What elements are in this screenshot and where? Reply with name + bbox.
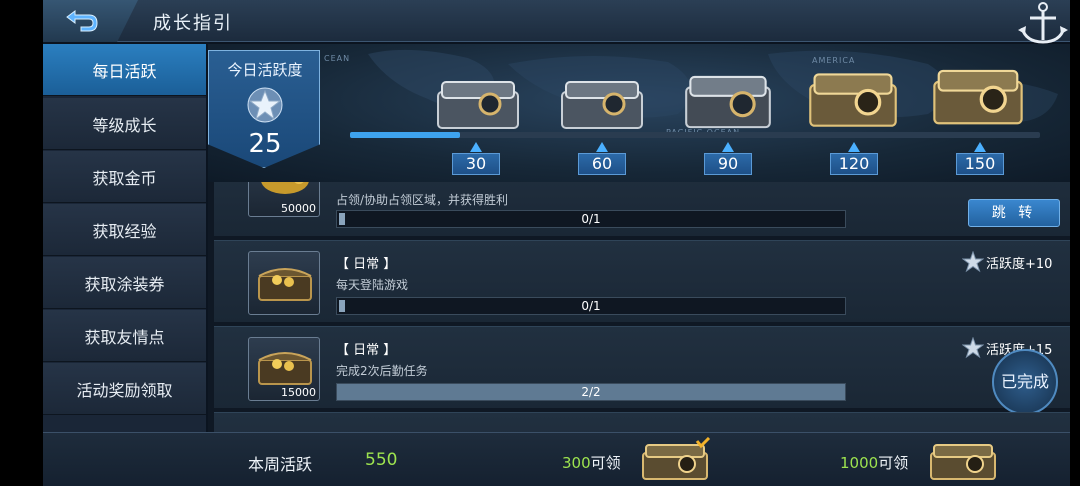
milestone-tag: 30 (452, 153, 500, 175)
task-progress-text: 2/2 (581, 385, 601, 399)
reward-amount: 50000 (281, 202, 316, 215)
milestone-tag: 60 (578, 153, 626, 175)
sidebar-item-label: 获取友情点 (84, 327, 165, 347)
sidebar-item-get-friendship[interactable]: 获取友情点 (43, 310, 206, 362)
back-button[interactable] (43, 0, 138, 42)
task-progress-text: 0/1 (581, 212, 601, 226)
milestone-marker (722, 142, 734, 152)
anchor-icon[interactable] (1016, 0, 1070, 48)
sidebar-item-label: 获取金币 (92, 168, 157, 188)
gold-reward-icon: 50000 (248, 182, 320, 217)
weekly-activity-label: 本周活跃 (248, 455, 313, 474)
activity-progress-panel: CEAN PACIFIC OCEAN AMERICA 今日活跃度 25 (208, 44, 1070, 182)
sidebar-item-label: 等级成长 (92, 115, 157, 135)
sidebar-item-label: 获取涂装券 (84, 274, 165, 294)
map-label-america: AMERICA (812, 56, 856, 65)
sidebar-item-get-exp[interactable]: 获取经验 (43, 204, 206, 256)
task-description: 每天登陆游戏 (336, 278, 409, 292)
map-label-ocean: CEAN (324, 54, 351, 63)
today-activity-label: 今日活跃度 (227, 61, 303, 79)
milestone-tag: 150 (956, 153, 1004, 175)
sidebar-item-label: 获取经验 (92, 221, 157, 241)
milestone-tag: 120 (830, 153, 878, 175)
chest-icon[interactable] (434, 74, 522, 132)
task-row: 15000 【 日常 】 完成2次后勤任务 2/2 活跃度+15 已完成 (214, 326, 1070, 415)
task-list[interactable]: 50000 占领/协助占领区域，并获得胜利 0/1 跳 转 【 日常 】 每天登… (208, 182, 1070, 432)
task-row: 【 日常 】 每天登陆游戏 0/1 活跃度+10 (214, 240, 1070, 322)
milestone-marker (596, 142, 608, 152)
sidebar-item-get-paint-voucher[interactable]: 获取涂装券 (43, 257, 206, 309)
activity-reward-text: 活跃度+10 (986, 257, 1053, 272)
task-tag: 【 日常 】 (336, 257, 397, 272)
jump-button[interactable]: 跳 转 (968, 199, 1060, 227)
activity-star-icon (962, 337, 984, 359)
goal-suffix: 可领 (590, 454, 621, 472)
gold-coins-icon (261, 182, 309, 194)
task-progress-bar: 2/2 (336, 383, 846, 401)
chest-reward-icon (248, 251, 320, 315)
goal-suffix: 可领 (878, 454, 909, 472)
task-progress-bar: 0/1 (336, 210, 846, 228)
back-arrow-icon (66, 10, 98, 32)
left-letterbox (0, 0, 43, 486)
milestone-marker (848, 142, 860, 152)
screen: 成长指引 每日活跃 等级成长 获取金币 获取经验 获取涂装券 获取友情点 活动奖… (0, 0, 1080, 486)
chest-reward-icon: 15000 (248, 337, 320, 401)
sidebar-item-level-growth[interactable]: 等级成长 (43, 98, 206, 150)
reward-amount: 15000 (281, 386, 316, 399)
chest-icon[interactable] (558, 74, 646, 132)
task-tag: 【 日常 】 (336, 343, 397, 358)
star-icon (247, 87, 283, 123)
weekly-chest-icon[interactable] (639, 437, 713, 483)
task-row: 50000 占领/协助占领区域，并获得胜利 0/1 跳 转 (214, 182, 1070, 236)
task-row (214, 412, 1070, 432)
activity-progress-fill (350, 132, 461, 138)
today-activity-card: 今日活跃度 25 (208, 50, 320, 168)
chest-icon[interactable] (806, 66, 900, 132)
milestone-marker (470, 142, 482, 152)
sidebar-item-label: 每日活跃 (92, 61, 157, 81)
task-description: 完成2次后勤任务 (336, 364, 428, 378)
task-description: 占领/协助占领区域，并获得胜利 (336, 193, 509, 207)
milestone-marker (974, 142, 986, 152)
weekly-activity-bar: 本周活跃 550 300可领 1000可领 (43, 432, 1070, 486)
sidebar-item-label: 活动奖励领取 (76, 380, 173, 400)
task-progress-text: 0/1 (581, 299, 601, 313)
weekly-activity-value: 550 (365, 450, 398, 470)
goal-number: 300 (562, 454, 591, 472)
right-letterbox (1070, 0, 1080, 486)
weekly-goal-1000: 1000可领 (840, 452, 908, 473)
sidebar-item-get-gold[interactable]: 获取金币 (43, 151, 206, 203)
task-progress-bar: 0/1 (336, 297, 846, 315)
weekly-chest-icon[interactable] (927, 437, 1001, 483)
sidebar: 每日活跃 等级成长 获取金币 获取经验 获取涂装券 获取友情点 活动奖励领取 (43, 44, 206, 432)
weekly-goal-300: 300可领 (562, 452, 621, 473)
page-title: 成长指引 (153, 13, 233, 34)
sidebar-item-event-rewards[interactable]: 活动奖励领取 (43, 363, 206, 415)
sidebar-item-daily-activity[interactable]: 每日活跃 (43, 44, 206, 96)
milestone-tag: 90 (704, 153, 752, 175)
activity-star-icon (962, 251, 984, 273)
completed-badge: 已完成 (992, 349, 1058, 415)
chest-icon[interactable] (930, 60, 1026, 132)
goal-number: 1000 (840, 454, 879, 472)
header-bar: 成长指引 (43, 0, 1070, 44)
treasure-chest-icon (258, 268, 312, 301)
chest-icon[interactable] (682, 70, 774, 132)
treasure-chest-icon (258, 352, 312, 385)
